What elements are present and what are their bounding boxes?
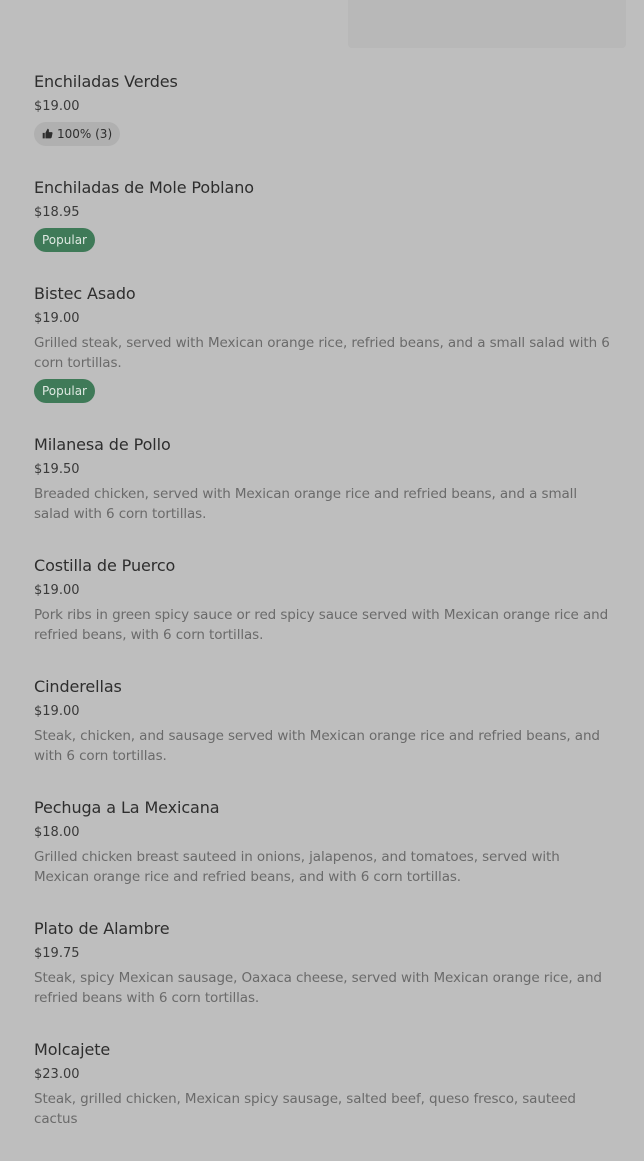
menu-item-description: Steak, chicken, and sausage served with … xyxy=(34,728,600,764)
menu-item-name: Pechuga a La Mexicana xyxy=(34,798,220,817)
menu-item-name: Molcajete xyxy=(34,1040,111,1059)
menu-item-name: Milanesa de Pollo xyxy=(34,435,171,454)
menu-item-description: Steak, grilled chicken, Mexican spicy sa… xyxy=(34,1091,576,1127)
menu-item[interactable]: Enchiladas Verdes $19.00 100% (3) xyxy=(34,72,614,146)
rating-badge: 100% (3) xyxy=(34,122,121,146)
menu-item[interactable]: Molcajete $23.00 Steak, grilled chicken,… xyxy=(34,1040,614,1129)
menu-item-description: Pork ribs in green spicy sauce or red sp… xyxy=(34,607,609,643)
menu-item-name: Bistec Asado xyxy=(34,284,136,303)
thumbs-up-icon xyxy=(42,128,53,139)
menu-item-name: Costilla de Puerco xyxy=(34,556,176,575)
menu-item-price: $19.00 xyxy=(34,583,80,598)
menu-item-price: $19.00 xyxy=(34,99,80,114)
menu-item-price: $18.95 xyxy=(34,205,80,220)
menu-item[interactable]: Enchiladas de Mole Poblano $18.95 Popula… xyxy=(34,178,614,252)
menu-item-name: Cinderellas xyxy=(34,677,122,696)
menu-item-price: $19.50 xyxy=(34,462,80,477)
menu-item-description: Grilled steak, served with Mexican orang… xyxy=(34,335,610,371)
menu-list: Enchiladas Verdes $19.00 100% (3) Enchil… xyxy=(34,72,614,1161)
menu-item[interactable]: Cinderellas $19.00 Steak, chicken, and s… xyxy=(34,677,614,766)
menu-item-price: $19.00 xyxy=(34,704,80,719)
menu-item[interactable]: Costilla de Puerco $19.00 Pork ribs in g… xyxy=(34,556,614,645)
menu-item[interactable]: Plato de Alambre $19.75 Steak, spicy Mex… xyxy=(34,919,614,1008)
popular-badge: Popular xyxy=(34,228,95,252)
menu-item-price: $23.00 xyxy=(34,1067,80,1082)
menu-item-price: $18.00 xyxy=(34,825,80,840)
popular-badge: Popular xyxy=(34,379,95,403)
menu-item-price: $19.75 xyxy=(34,946,80,961)
top-image-placeholder[interactable] xyxy=(348,0,626,48)
menu-item-name: Enchiladas de Mole Poblano xyxy=(34,178,254,197)
menu-item[interactable]: Bistec Asado $19.00 Grilled steak, serve… xyxy=(34,284,614,403)
rating-badge-text: 100% (3) xyxy=(57,127,113,141)
menu-item[interactable]: Milanesa de Pollo $19.50 Breaded chicken… xyxy=(34,435,614,524)
menu-item[interactable]: Pechuga a La Mexicana $18.00 Grilled chi… xyxy=(34,798,614,887)
menu-item-description: Grilled chicken breast sauteed in onions… xyxy=(34,849,560,885)
menu-item-name: Plato de Alambre xyxy=(34,919,170,938)
menu-item-price: $19.00 xyxy=(34,311,80,326)
menu-item-description: Breaded chicken, served with Mexican ora… xyxy=(34,486,577,522)
menu-item-description: Steak, spicy Mexican sausage, Oaxaca che… xyxy=(34,970,602,1006)
menu-item-name: Enchiladas Verdes xyxy=(34,72,178,91)
